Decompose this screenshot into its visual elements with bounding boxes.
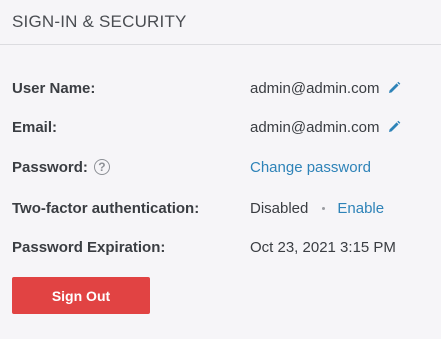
- email-value: admin@admin.com: [250, 118, 380, 136]
- help-icon[interactable]: ?: [93, 159, 110, 175]
- edit-email-icon[interactable]: [387, 120, 401, 134]
- user-name-label: User Name:: [12, 79, 96, 97]
- separator-dot: [322, 206, 326, 210]
- two-factor-row: Two-factor authentication: Disabled Enab…: [12, 197, 422, 219]
- password-row: Password: ? Change password: [12, 156, 422, 178]
- password-expiration-value: Oct 23, 2021 3:15 PM: [250, 238, 396, 256]
- section-title: SIGN-IN & SECURITY: [12, 12, 187, 31]
- password-label: Password:: [12, 158, 88, 176]
- email-label: Email:: [12, 118, 58, 136]
- enable-two-factor-link[interactable]: Enable: [337, 200, 384, 217]
- sign-out-button[interactable]: Sign Out: [12, 277, 150, 314]
- user-name-row: User Name: admin@admin.com: [12, 77, 422, 99]
- change-password-link[interactable]: Change password: [250, 159, 371, 176]
- divider: [0, 44, 441, 45]
- password-expiration-row: Password Expiration: Oct 23, 2021 3:15 P…: [12, 236, 422, 258]
- email-row: Email: admin@admin.com: [12, 116, 422, 138]
- edit-user-name-icon[interactable]: [387, 81, 401, 95]
- two-factor-label: Two-factor authentication:: [12, 199, 200, 217]
- two-factor-status: Disabled: [250, 199, 309, 217]
- user-name-value: admin@admin.com: [250, 79, 380, 97]
- password-expiration-label: Password Expiration:: [12, 238, 166, 256]
